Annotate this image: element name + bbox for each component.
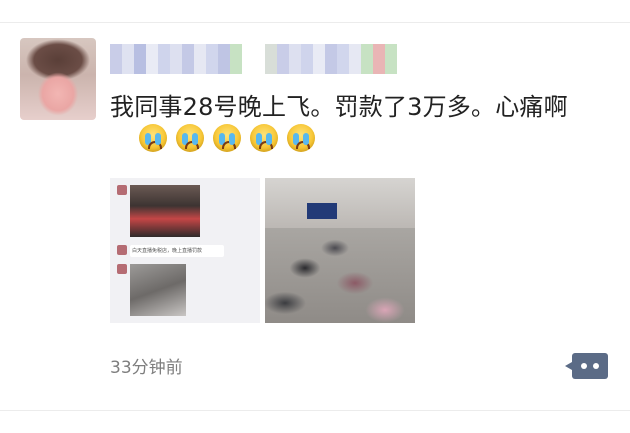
luggage-floor [265, 228, 415, 323]
post-image-1[interactable]: 白天直播免税店，晚上直播罚款 [110, 178, 260, 323]
dot-icon [581, 363, 587, 369]
chat-avatar [117, 245, 127, 255]
top-frame [0, 0, 630, 22]
airport-wall [265, 178, 415, 228]
post-timestamp: 33分钟前 [110, 358, 183, 378]
chat-photo [130, 185, 200, 237]
crying-face-icon [287, 124, 315, 152]
emoji-row [139, 124, 315, 152]
crying-face-icon [250, 124, 278, 152]
more-actions-button[interactable] [565, 353, 608, 379]
avatar[interactable] [20, 38, 96, 120]
post-text: 我同事28号晚上飞。罚款了3万多。心痛啊 [110, 93, 568, 121]
airport-sign [307, 203, 337, 219]
chat-photo [130, 264, 186, 316]
post-image-2[interactable] [265, 178, 415, 323]
divider [0, 22, 630, 23]
username-blurred-extra [265, 44, 397, 74]
divider [0, 410, 630, 411]
chat-avatar [117, 264, 127, 274]
crying-face-icon [213, 124, 241, 152]
username-blurred[interactable] [110, 44, 242, 74]
chat-bubble: 白天直播免税店，晚上直播罚款 [130, 245, 224, 257]
crying-face-icon [139, 124, 167, 152]
dot-icon [593, 363, 599, 369]
crying-face-icon [176, 124, 204, 152]
chat-avatar [117, 185, 127, 195]
